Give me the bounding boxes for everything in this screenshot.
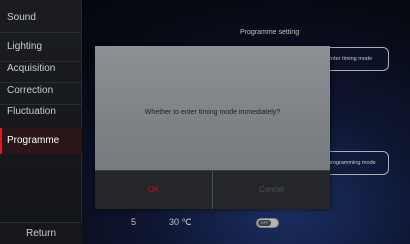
sidebar-item-label: Programme	[7, 135, 60, 146]
sidebar-item-correction[interactable]: Correction	[0, 80, 82, 102]
sidebar-item-label: Acquisition	[7, 63, 56, 74]
screen: Sound Lighting Acquisition Correction Fl…	[0, 0, 410, 244]
sidebar-item-fluctuation[interactable]: Fluctuation	[0, 101, 82, 123]
dialog-message: Whether to enter timing mode immediately…	[144, 109, 281, 116]
cancel-button[interactable]: Cancel	[213, 171, 330, 209]
sidebar-item-lighting[interactable]: Lighting	[0, 36, 82, 58]
sidebar: Sound Lighting Acquisition Correction Fl…	[0, 0, 82, 244]
sidebar-item-sound[interactable]: Sound	[0, 7, 82, 29]
sidebar-item-programme[interactable]: Programme	[0, 128, 82, 154]
return-label: Return	[25, 228, 56, 239]
sidebar-item-label: Sound	[7, 12, 36, 23]
return-button[interactable]: Return	[0, 222, 82, 244]
sidebar-item-label: Lighting	[7, 41, 43, 52]
divider	[0, 32, 82, 33]
sidebar-item-acquisition[interactable]: Acquisition	[0, 58, 82, 80]
confirm-dialog: Whether to enter timing mode immediately…	[95, 46, 330, 209]
sidebar-item-label: Correction	[7, 85, 54, 96]
ok-button[interactable]: OK	[95, 171, 212, 209]
dialog-footer: OK Cancel	[95, 170, 330, 209]
sidebar-item-label: Fluctuation	[7, 106, 56, 117]
